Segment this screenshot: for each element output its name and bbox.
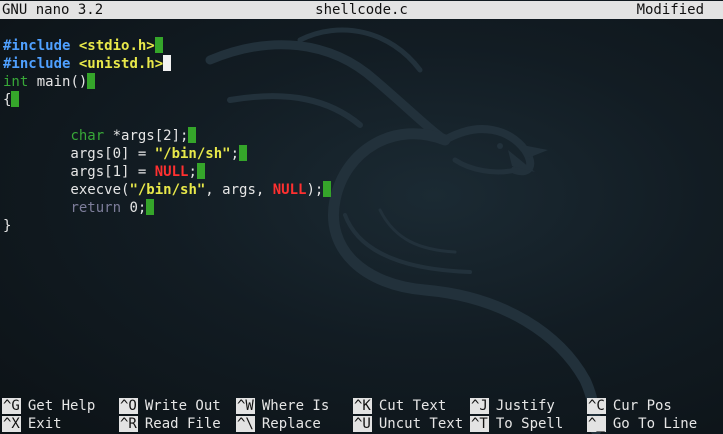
code-token: ; <box>188 164 197 180</box>
shortcut-key: ^_ <box>587 416 606 432</box>
code-token: <unistd.h> <box>78 56 164 72</box>
code-line[interactable]: return 0; <box>3 199 331 217</box>
code-token: ; <box>230 146 240 162</box>
code-token: "/bin/sh" <box>154 146 231 162</box>
code-line[interactable]: args[1] = NULL; <box>3 163 331 181</box>
shortcut-label: Write Out <box>144 398 221 414</box>
shortcut-label: Justify <box>495 398 555 414</box>
shortcut-item[interactable]: ^T To Spell <box>470 415 563 433</box>
shortcut-item[interactable]: ^_ Go To Line <box>587 415 697 433</box>
shortcut-key: ^J <box>470 398 489 414</box>
shortcut-row-2: ^X Exit ^R Read File ^\ Replace ^U Uncut Text ^T… <box>0 415 723 433</box>
trailing-whitespace-marker <box>154 37 163 53</box>
shortcut-label: Uncut Text <box>378 416 464 432</box>
code-token: <stdio.h> <box>78 38 155 54</box>
trailing-whitespace-marker <box>323 181 332 197</box>
shortcut-item[interactable]: ^U Uncut Text <box>353 415 463 433</box>
shortcut-item[interactable]: ^C Cur Pos <box>587 397 672 415</box>
code-token: return <box>70 200 122 216</box>
code-token: #include <box>3 56 71 72</box>
code-line[interactable]: int main() <box>3 73 331 91</box>
code-line[interactable]: } <box>3 217 331 235</box>
code-token: #include <box>3 38 71 54</box>
terminal-window[interactable]: GNU nano 3.2 shellcode.c Modified #inclu… <box>0 0 723 434</box>
code-line[interactable] <box>3 109 331 127</box>
shortcut-key: ^U <box>353 416 372 432</box>
file-name: shellcode.c <box>315 2 408 18</box>
code-token: , args, <box>205 182 273 198</box>
shortcut-key: ^G <box>2 398 21 414</box>
shortcut-key: ^T <box>470 416 489 432</box>
shortcut-label: Read File <box>144 416 221 432</box>
text-cursor <box>163 55 172 71</box>
code-token: } <box>3 218 12 234</box>
code-line[interactable]: execve("/bin/sh", args, NULL); <box>3 181 332 199</box>
trailing-whitespace-marker <box>196 163 205 179</box>
code-token: execve( <box>3 182 130 198</box>
code-token: char <box>70 128 105 144</box>
shortcut-label: Replace <box>261 416 321 432</box>
code-token: NULL <box>272 182 307 198</box>
code-line[interactable]: args[0] = "/bin/sh"; <box>3 145 331 163</box>
shortcut-label: Where Is <box>261 398 330 414</box>
shortcut-key: ^W <box>236 398 255 414</box>
code-token: ); <box>306 182 324 198</box>
shortcut-label: Exit <box>27 416 62 432</box>
code-line[interactable]: char *args[2]; <box>3 127 331 145</box>
shortcut-item[interactable]: ^\ Replace <box>236 415 321 433</box>
trailing-whitespace-marker <box>239 145 248 161</box>
shortcut-label: Get Help <box>27 398 96 414</box>
code-token: { <box>3 92 12 108</box>
shortcut-item[interactable]: ^J Justify <box>470 397 555 415</box>
shortcut-key: ^O <box>119 398 138 414</box>
trailing-whitespace-marker <box>188 127 197 143</box>
code-token: *args[2]; <box>104 128 189 144</box>
trailing-whitespace-marker <box>11 91 20 107</box>
shortcut-key: ^K <box>353 398 372 414</box>
shortcut-row-1: ^G Get Help ^O Write Out ^W Where Is ^K Cut Tex… <box>0 397 723 415</box>
editor-area[interactable]: #include <stdio.h> #include <unistd.h> int… <box>3 37 332 235</box>
trailing-whitespace-marker <box>87 73 96 89</box>
code-token: "/bin/sh" <box>129 182 206 198</box>
code-line[interactable]: { <box>3 91 331 109</box>
shortcut-label: Cur Pos <box>612 398 672 414</box>
title-bar: GNU nano 3.2 shellcode.c Modified <box>0 1 723 19</box>
shortcut-label: Go To Line <box>612 416 698 432</box>
code-token: 0; <box>121 200 147 216</box>
shortcut-label: To Spell <box>495 416 564 432</box>
modified-status: Modified <box>636 2 704 18</box>
shortcut-item[interactable]: ^G Get Help <box>2 397 95 415</box>
code-token: main() <box>28 74 88 90</box>
shortcut-key: ^\ <box>236 416 255 432</box>
shortcut-item[interactable]: ^K Cut Text <box>353 397 446 415</box>
shortcut-item[interactable]: ^W Where Is <box>236 397 329 415</box>
trailing-whitespace-marker <box>146 199 155 215</box>
shortcut-label: Cut Text <box>378 398 447 414</box>
code-line[interactable]: #include <stdio.h> <box>3 37 331 55</box>
code-token: NULL <box>154 164 189 180</box>
shortcut-key: ^R <box>119 416 138 432</box>
shortcut-key: ^C <box>587 398 606 414</box>
code-token: args[0] = <box>3 146 155 162</box>
shortcut-item[interactable]: ^O Write Out <box>119 397 221 415</box>
code-token: args[1] = <box>3 164 155 180</box>
shortcut-item[interactable]: ^R Read File <box>119 415 221 433</box>
shortcut-bar: ^G Get Help ^O Write Out ^W Where Is ^K Cut Tex… <box>0 397 723 433</box>
code-token: int <box>3 74 29 90</box>
shortcut-key: ^X <box>2 416 21 432</box>
code-line[interactable]: #include <unistd.h> <box>3 55 331 73</box>
shortcut-item[interactable]: ^X Exit <box>2 415 62 433</box>
